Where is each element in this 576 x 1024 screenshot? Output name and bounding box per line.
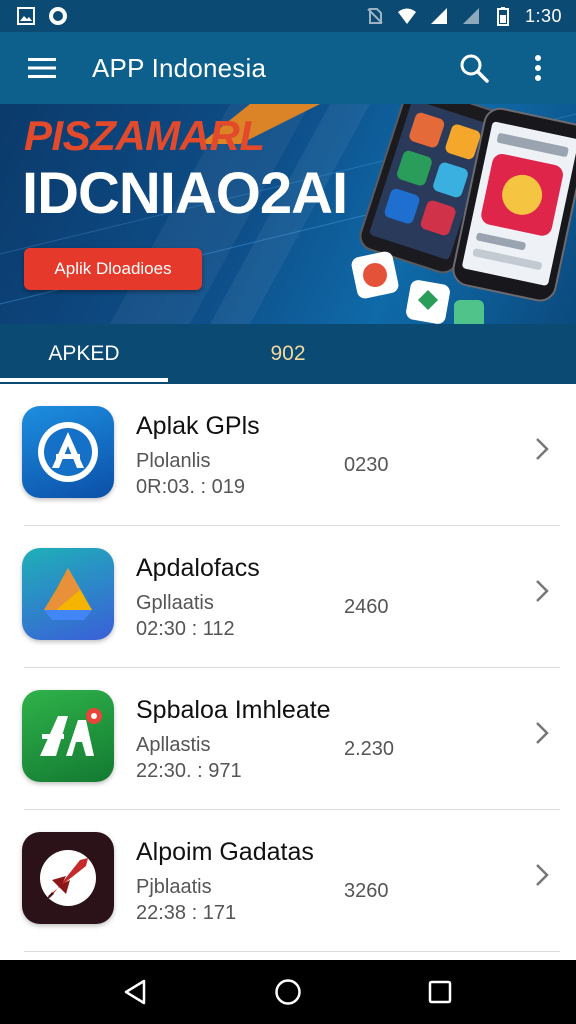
rocket-icon	[22, 832, 114, 924]
banner-headline: IDCNIAO2AI	[22, 161, 348, 226]
tab-strip: APKED 902	[0, 324, 576, 384]
home-icon	[275, 979, 301, 1005]
app-list: Aplak GPls Plolanlis 0R:03. : 019 0230 A…	[0, 384, 576, 960]
phones-illustration	[351, 104, 576, 324]
search-button[interactable]	[454, 48, 494, 88]
app-title: APP Indonesia	[92, 52, 267, 83]
app-meta: 22:30. : 971	[136, 760, 242, 782]
signal-icon	[430, 8, 447, 24]
list-item[interactable]: Alpoim Gadatas Pjblaatis 22:38 : 171 326…	[0, 810, 576, 952]
app-value: 0230	[344, 454, 389, 476]
app-subtitle: Pjblaatis	[136, 876, 212, 898]
app-value: 3260	[344, 880, 389, 902]
chevron-right-icon	[536, 722, 549, 744]
divider	[24, 951, 560, 952]
app-subtitle: Gpllaatis	[136, 592, 214, 614]
drive-triangle-icon	[22, 548, 114, 640]
app-meta: 02:30 : 112	[136, 618, 235, 640]
system-nav-bar	[0, 960, 576, 1024]
wifi-icon	[397, 8, 416, 24]
menu-button[interactable]	[22, 48, 62, 88]
app-subtitle: Plolanlis	[136, 450, 211, 472]
recents-icon	[428, 980, 452, 1004]
gallery-icon	[17, 7, 35, 25]
tab-indicator	[0, 378, 168, 382]
status-time: 1:30	[524, 5, 562, 26]
search-icon	[460, 54, 489, 83]
app-meta: 22:38 : 171	[136, 902, 237, 924]
home-button[interactable]	[264, 968, 312, 1016]
menu-icon	[28, 58, 56, 78]
back-icon	[124, 979, 146, 1005]
app-title: Spbaloa Imhleate	[136, 696, 331, 724]
banner-kicker: PISZAMARL	[24, 112, 265, 159]
list-item[interactable]: Aplak GPls Plolanlis 0R:03. : 019 0230	[0, 384, 576, 526]
list-item[interactable]: Spbaloa Imhleate Apllastis 22:30. : 971 …	[0, 668, 576, 810]
back-button[interactable]	[112, 968, 160, 1016]
status-left	[16, 6, 68, 26]
more-vert-icon	[535, 55, 541, 81]
app-title: Alpoim Gadatas	[136, 838, 314, 866]
app-subtitle: Apllastis	[136, 734, 211, 756]
recents-button[interactable]	[416, 968, 464, 1016]
chevron-right-icon	[536, 864, 549, 886]
app-title: Aplak GPls	[136, 412, 260, 440]
no-sim-icon	[367, 8, 383, 24]
status-bar: 1:30	[0, 0, 576, 32]
battery-icon	[496, 7, 509, 26]
tab-902[interactable]: 902	[168, 324, 408, 384]
status-right: 1:30	[365, 6, 562, 27]
green-a-icon	[22, 690, 114, 782]
app-store-icon	[22, 406, 114, 498]
chevron-right-icon	[536, 438, 549, 460]
app-value: 2460	[344, 596, 389, 618]
app-value: 2.230	[344, 738, 395, 760]
app-bar: APP Indonesia	[0, 32, 576, 104]
download-button[interactable]: Aplik Dloadioes	[24, 248, 202, 290]
app-meta: 0R:03. : 019	[136, 476, 245, 498]
app-title: Apdalofacs	[136, 554, 260, 582]
promo-banner[interactable]: PISZAMARL IDCNIAO2AI Aplik Dloadioes	[0, 104, 576, 324]
more-options-button[interactable]	[518, 48, 558, 88]
signal-2-icon	[462, 8, 479, 24]
list-item[interactable]: Apdalofacs Gpllaatis 02:30 : 112 2460	[0, 526, 576, 668]
app-notification-icon	[49, 7, 67, 25]
chevron-right-icon	[536, 580, 549, 602]
screen: 1:30 APP Indonesia PISZAMARL IDCNIAO2AI …	[0, 0, 576, 1024]
tab-apked[interactable]: APKED	[0, 324, 168, 384]
